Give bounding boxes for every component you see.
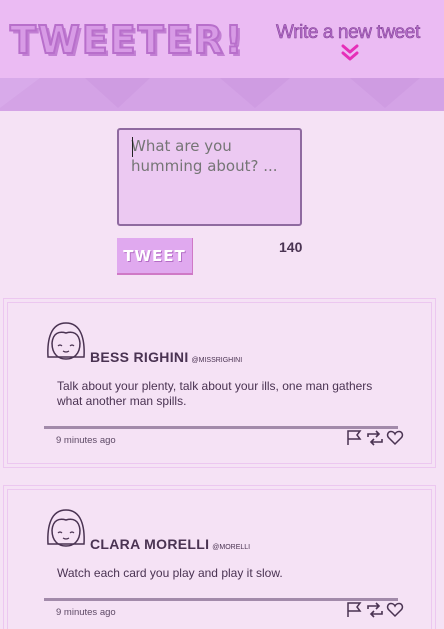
author-handle: @MORELLI [212, 544, 251, 551]
tweet-compose-input[interactable] [117, 128, 302, 226]
heart-icon[interactable] [386, 602, 404, 618]
tweet-text: Watch each card you play and play it slo… [57, 566, 283, 580]
decorative-band [0, 78, 444, 111]
heart-icon[interactable] [386, 430, 404, 446]
retweet-icon[interactable] [366, 430, 384, 446]
tweet-text: Talk about your plenty, talk about your … [57, 379, 373, 408]
flag-icon[interactable] [346, 602, 364, 618]
author-handle: @MISSRIGHINI [191, 357, 243, 364]
double-chevron-down-icon[interactable] [341, 44, 359, 62]
author-name: BESS RIGHINI [90, 349, 189, 365]
tweet-card: BESS RIGHINI @MISSRIGHINI Talk about your… [3, 298, 436, 468]
tweet-timestamp: 9 minutes ago [56, 607, 116, 618]
retweet-icon[interactable] [366, 602, 384, 618]
author-name: CLARA MORELLI [90, 536, 210, 552]
site-logo: TWEETER! [9, 17, 245, 63]
site-header: TWEETER! Write a new tweet [0, 0, 444, 78]
tweet-timestamp: 9 minutes ago [56, 435, 116, 446]
write-new-tweet-link[interactable]: Write a new tweet [276, 22, 421, 44]
avatar-icon [47, 509, 85, 547]
tweet-card: CLARA MORELLI @MORELLI Watch each card yo… [3, 485, 436, 629]
character-counter: 140 [279, 239, 303, 255]
flag-icon[interactable] [346, 430, 364, 446]
tweet-author: CLARA MORELLI @MORELLI [90, 536, 250, 552]
tweet-author: BESS RIGHINI @MISSRIGHINI [90, 349, 242, 365]
tweet-actions [346, 430, 404, 446]
avatar-icon [47, 322, 85, 360]
tweet-button[interactable]: TWEET [117, 238, 193, 275]
tweet-actions [346, 602, 404, 618]
tweet-divider [44, 598, 398, 601]
text-caret [132, 137, 133, 157]
tweet-divider [44, 426, 398, 429]
band-pattern [0, 78, 420, 108]
